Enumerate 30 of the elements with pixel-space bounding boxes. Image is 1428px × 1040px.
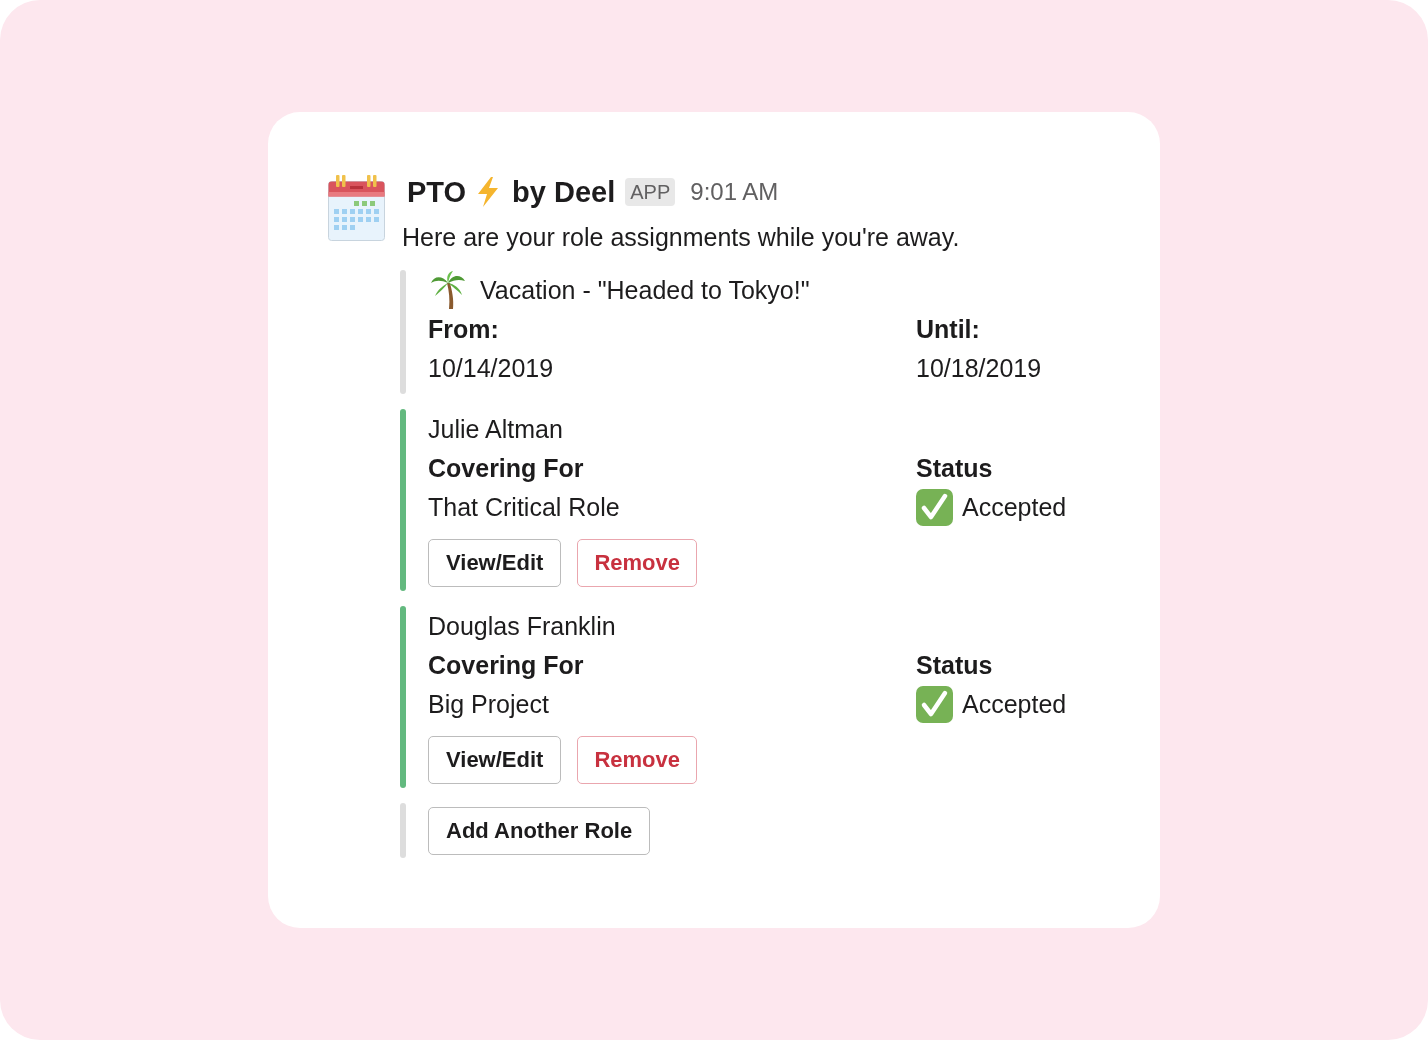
assignee-name: Julie Altman [428,414,563,445]
lightning-icon [476,177,501,207]
assignee-name: Douglas Franklin [428,611,616,642]
palm-tree-icon [430,271,466,309]
message-time: 9:01 AM [690,180,779,204]
check-icon [916,686,953,723]
danger-button[interactable]: Remove [577,539,697,587]
bot-name-suffix: by Deel [512,177,616,207]
bot-name: PTO [407,177,467,207]
field-value: 10/14/2019 [428,353,554,384]
attachment-title: Vacation - "Headed to Tokyo!" [480,274,810,306]
outline-button[interactable]: View/Edit [428,736,562,784]
field-label: Covering For [428,453,584,484]
field-label: From: [428,314,499,345]
app-badge: APP [625,178,676,206]
field-label: Status [916,650,993,681]
calendar-icon [328,175,385,241]
field-value: That Critical Role [428,492,620,523]
status-text: Accepted [962,689,1067,720]
field-label: Status [916,453,993,484]
field-label: Covering For [428,650,584,681]
status-text: Accepted [962,492,1067,523]
check-icon [916,489,953,526]
field-value: 10/18/2019 [916,353,1042,384]
field-label: Until: [916,314,980,345]
outline-button[interactable]: View/Edit [428,539,562,587]
message-text: Here are your role assignments while you're away. [402,222,960,253]
outline-button[interactable]: Add Another Role [428,807,651,855]
danger-button[interactable]: Remove [577,736,697,784]
field-value: Big Project [428,689,549,720]
